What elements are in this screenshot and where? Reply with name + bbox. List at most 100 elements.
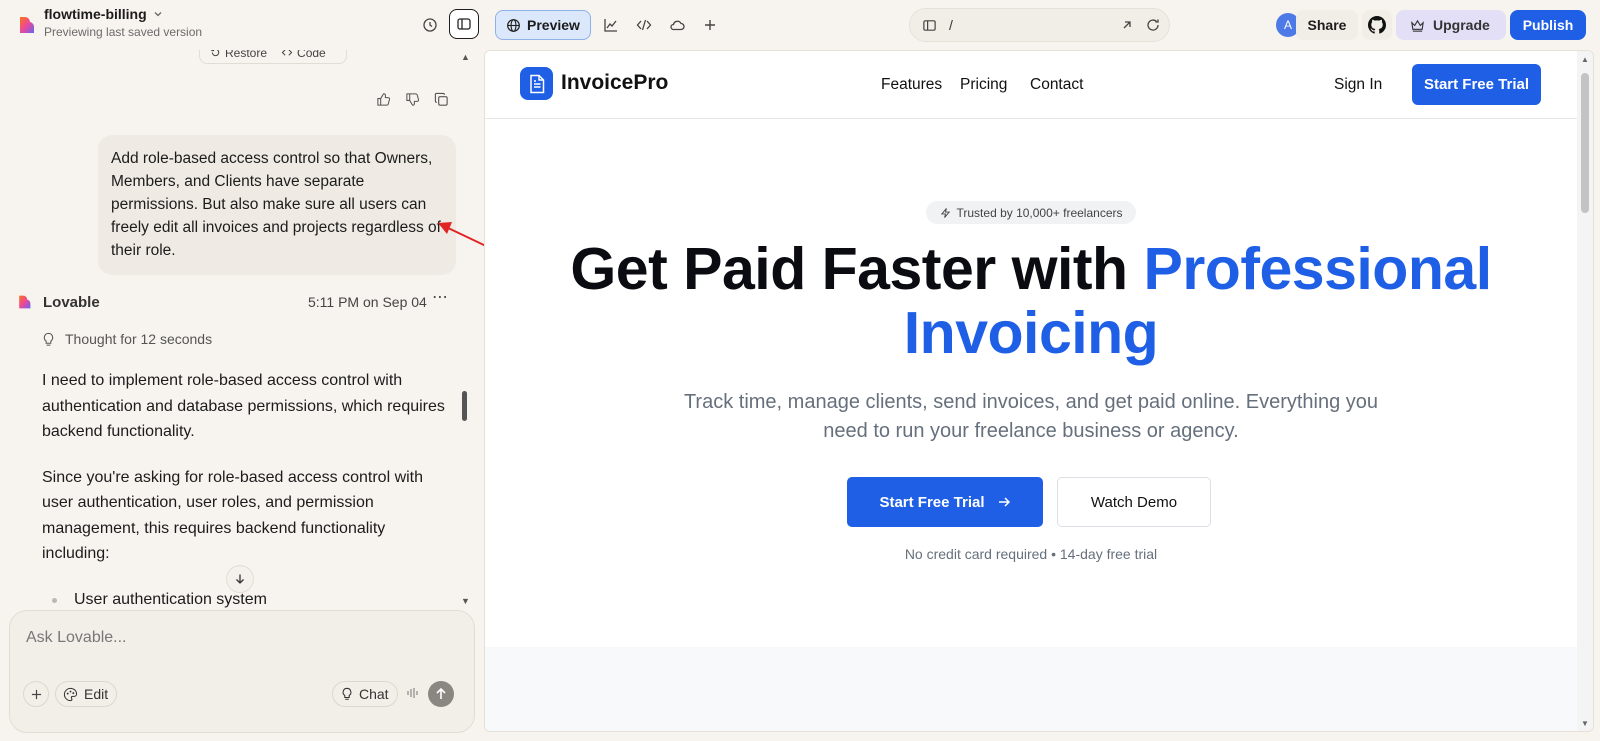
assistant-name: Lovable (43, 293, 100, 311)
share-button[interactable]: Share (1296, 10, 1358, 40)
cloud-tab[interactable] (662, 10, 692, 40)
lightbulb-icon (342, 687, 352, 700)
nav-pricing[interactable]: Pricing (960, 76, 1007, 94)
history-button[interactable] (415, 10, 445, 40)
hero-title-accent: Professional (1143, 236, 1492, 302)
upgrade-label: Upgrade (1433, 17, 1490, 33)
cta-label: Start Free Trial (879, 493, 985, 511)
preview-frame: InvoicePro Features Pricing Contact Sign… (484, 50, 1594, 732)
project-subtitle: Previewing last saved version (44, 25, 203, 39)
add-tab-button[interactable] (695, 10, 725, 40)
plus-icon (705, 20, 715, 30)
hero-title: Get Paid Faster with Professional Invoic… (485, 237, 1577, 365)
project-name: flowtime-billing (44, 6, 147, 22)
preview-url-bar[interactable]: / (909, 8, 1170, 42)
github-button[interactable] (1362, 10, 1392, 40)
project-selector[interactable]: flowtime-billing Previewing last saved v… (44, 6, 202, 39)
sign-in-link[interactable]: Sign In (1334, 76, 1382, 94)
send-button[interactable] (428, 681, 454, 707)
chat-label: Chat (359, 686, 389, 702)
plus-icon (31, 689, 41, 699)
trust-badge: Trusted by 10,000+ freelancers (926, 201, 1136, 224)
crown-icon (1411, 19, 1424, 32)
restore-label: Restore (225, 50, 268, 60)
chat-panel: Restore Code ▲ Add role-based access con… (0, 50, 484, 741)
nav-features[interactable]: Features (881, 76, 942, 94)
preview-scroll-down-arrow[interactable]: ▼ (1581, 719, 1589, 728)
top-bar: flowtime-billing Previewing last saved v… (0, 0, 1600, 50)
chart-icon (604, 19, 617, 32)
code-tab[interactable] (629, 10, 659, 40)
start-free-trial-button[interactable]: Start Free Trial (847, 477, 1043, 527)
preview-scrollbar[interactable]: ▲ ▼ (1577, 51, 1593, 731)
code-label: Code (297, 50, 326, 60)
globe-icon (507, 18, 520, 32)
refresh-icon[interactable] (1145, 17, 1161, 33)
restore-button[interactable]: Restore (210, 50, 267, 60)
hero-title-accent-line2: Invoicing (903, 300, 1159, 366)
message-actions (376, 92, 449, 107)
cloud-icon (670, 20, 685, 31)
attach-button[interactable] (23, 681, 49, 707)
toggle-sidebar-button[interactable] (449, 9, 479, 39)
copy-icon[interactable] (434, 92, 449, 107)
thumbs-up-icon[interactable] (376, 92, 391, 107)
publish-button[interactable]: Publish (1510, 10, 1586, 40)
next-section (485, 647, 1577, 731)
code-icon (636, 19, 652, 31)
preview-tab[interactable]: Preview (495, 10, 591, 40)
chat-scroll-up-arrow[interactable]: ▲ (461, 52, 470, 62)
visual-edit-button[interactable]: Edit (55, 681, 117, 707)
view-code-button[interactable]: Code (281, 50, 326, 60)
arrow-right-icon (998, 497, 1010, 507)
chevron-down-icon (154, 12, 162, 17)
hero-note: No credit card required • 14-day free tr… (904, 546, 1158, 562)
restore-icon (211, 50, 220, 57)
user-message: Add role-based access control so that Ow… (98, 135, 456, 275)
start-free-trial-nav-button[interactable]: Start Free Trial (1412, 64, 1541, 105)
assistant-paragraph: I need to implement role-based access co… (42, 372, 445, 440)
chat-composer[interactable]: Ask Lovable... Edit Chat (9, 610, 475, 733)
code-icon (281, 50, 293, 56)
github-icon (1368, 16, 1386, 34)
open-external-icon[interactable] (1119, 17, 1135, 33)
chat-scroll-down-arrow[interactable]: ▼ (461, 596, 470, 606)
watch-demo-button[interactable]: Watch Demo (1057, 477, 1211, 527)
site-navbar: InvoicePro Features Pricing Contact Sign… (485, 51, 1577, 119)
upgrade-button[interactable]: Upgrade (1396, 10, 1506, 40)
sidebar-icon (457, 18, 471, 30)
url-path: / (949, 17, 953, 33)
document-icon (529, 74, 544, 93)
analytics-tab[interactable] (596, 10, 626, 40)
lightbulb-icon (43, 332, 54, 346)
composer-input[interactable]: Ask Lovable... (26, 629, 127, 647)
brand-logo[interactable] (520, 67, 553, 100)
chat-mode-button[interactable]: Chat (332, 681, 398, 707)
brand-name[interactable]: InvoicePro (561, 71, 668, 95)
pages-icon (923, 19, 936, 31)
lovable-logo (19, 295, 31, 309)
message-timestamp: 5:11 PM on Sep 04 (308, 294, 427, 310)
preview-scroll-thumb[interactable] (1581, 73, 1589, 213)
edit-label: Edit (84, 686, 109, 702)
thought-indicator[interactable]: Thought for 12 seconds (42, 331, 212, 347)
thumbs-down-icon[interactable] (405, 92, 420, 107)
palette-icon (63, 687, 78, 701)
annotation-arrow-icon (438, 222, 484, 247)
assistant-message-header: Lovable 5:11 PM on Sep 04 ⋯ (16, 287, 456, 314)
chat-scrollbar[interactable] (462, 391, 467, 421)
version-actions: Restore Code (199, 50, 347, 64)
history-icon (423, 18, 437, 32)
nav-contact[interactable]: Contact (1030, 76, 1083, 94)
more-options-icon[interactable]: ⋯ (432, 287, 449, 307)
hero-title-main: Get Paid Faster with (570, 236, 1144, 302)
scroll-to-bottom-button[interactable] (226, 565, 254, 593)
thought-label: Thought for 12 seconds (65, 331, 213, 347)
voice-input-icon[interactable] (406, 686, 420, 703)
arrow-down-icon (236, 574, 244, 584)
lovable-logo[interactable] (16, 15, 36, 35)
hero-subtitle: Track time, manage clients, send invoice… (683, 391, 1379, 442)
preview-scroll-up-arrow[interactable]: ▲ (1581, 55, 1589, 64)
preview-label: Preview (527, 17, 580, 33)
arrow-up-icon (436, 687, 446, 699)
